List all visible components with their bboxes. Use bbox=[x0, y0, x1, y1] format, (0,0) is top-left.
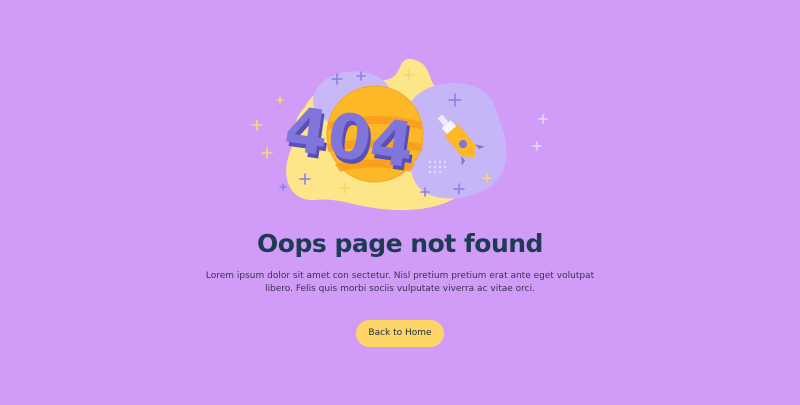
error-page: 404 404 Oops page not found Lorem ipsum … bbox=[0, 0, 800, 405]
page-title: Oops page not found bbox=[257, 229, 543, 258]
404-illustration: 404 404 bbox=[251, 59, 548, 211]
error-description: Lorem ipsum dolor sit amet con sectetur.… bbox=[205, 271, 595, 294]
back-to-home-button[interactable]: Back to Home bbox=[356, 320, 444, 347]
